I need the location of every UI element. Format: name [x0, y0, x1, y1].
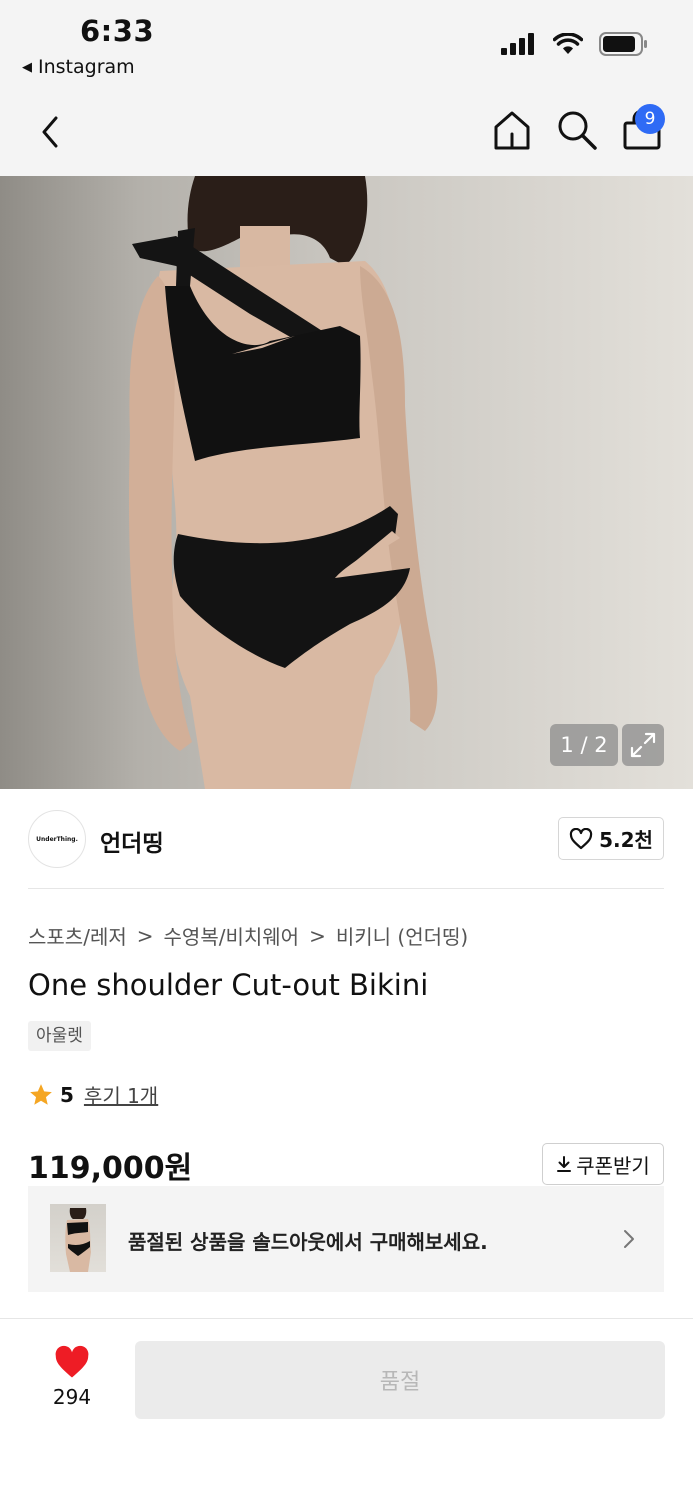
- heart-filled-icon: [55, 1345, 89, 1378]
- wifi-icon: [553, 33, 583, 54]
- model-photo: [129, 176, 438, 789]
- search-icon[interactable]: [555, 108, 599, 152]
- chevron-right-icon: >: [309, 923, 326, 948]
- breadcrumb: 스포츠/레저 > 수영복/비치웨어 > 비키니 (언더띵): [28, 921, 468, 950]
- back-arrow-icon[interactable]: [34, 110, 74, 154]
- brand-like-count: 5.2천: [599, 828, 653, 852]
- soldout-banner-text: 품절된 상품을 솔드아웃에서 구매해보세요.: [128, 1230, 488, 1254]
- expand-button[interactable]: [622, 724, 664, 766]
- status-time: 6:33: [80, 14, 155, 48]
- download-icon: [557, 1156, 572, 1172]
- wishlist-count: 294: [52, 1385, 92, 1409]
- soldout-banner[interactable]: 품절된 상품을 솔드아웃에서 구매해보세요.: [28, 1186, 664, 1292]
- product-price: 119,000원: [28, 1151, 193, 1186]
- chevron-right-icon: >: [136, 923, 154, 948]
- cellular-signal-icon: [501, 33, 534, 55]
- divider: [28, 888, 664, 889]
- rating-score: 5: [60, 1082, 74, 1107]
- reviews-link[interactable]: 후기 1개: [84, 1080, 158, 1109]
- next-section-peek: [28, 1292, 664, 1318]
- home-icon[interactable]: [490, 108, 534, 152]
- soldout-purchase-button[interactable]: 품절: [135, 1341, 665, 1419]
- brand-like-button[interactable]: 5.2천: [558, 817, 664, 860]
- product-image[interactable]: [0, 176, 693, 789]
- battery-icon: [599, 32, 647, 56]
- wishlist-button[interactable]: 294: [42, 1345, 102, 1409]
- expand-icon: [630, 732, 656, 758]
- star-icon: [30, 1083, 52, 1105]
- back-app-label: Instagram: [38, 56, 135, 78]
- breadcrumb-item[interactable]: 스포츠/레저: [28, 921, 127, 950]
- bottom-action-bar: 294 품절: [0, 1318, 693, 1500]
- nav-bar: [0, 88, 693, 176]
- breadcrumb-item[interactable]: 수영복/비치웨어: [164, 921, 300, 950]
- cart-count-badge: 9: [635, 104, 665, 134]
- outlet-tag: 아울렛: [28, 1021, 91, 1051]
- coupon-label: 쿠폰받기: [576, 1153, 650, 1178]
- breadcrumb-item[interactable]: 비키니 (언더띵): [336, 921, 468, 950]
- brand-logo[interactable]: UnderThing.: [28, 810, 86, 868]
- status-bar: 6:33 ◀ Instagram: [0, 0, 693, 88]
- status-icons: [501, 32, 649, 56]
- brand-name[interactable]: 언더띵: [100, 824, 163, 858]
- chevron-right-icon: [624, 1230, 634, 1248]
- rating: 5 후기 1개: [28, 1080, 158, 1109]
- product-title: One shoulder Cut-out Bikini: [28, 968, 429, 1002]
- heart-outline-icon: [569, 827, 593, 849]
- image-counter: 1 / 2: [550, 724, 618, 766]
- coupon-button[interactable]: 쿠폰받기: [542, 1143, 664, 1185]
- back-triangle-icon: ◀: [22, 59, 32, 75]
- back-to-app-link[interactable]: ◀ Instagram: [22, 56, 135, 78]
- product-thumbnail: [50, 1204, 106, 1272]
